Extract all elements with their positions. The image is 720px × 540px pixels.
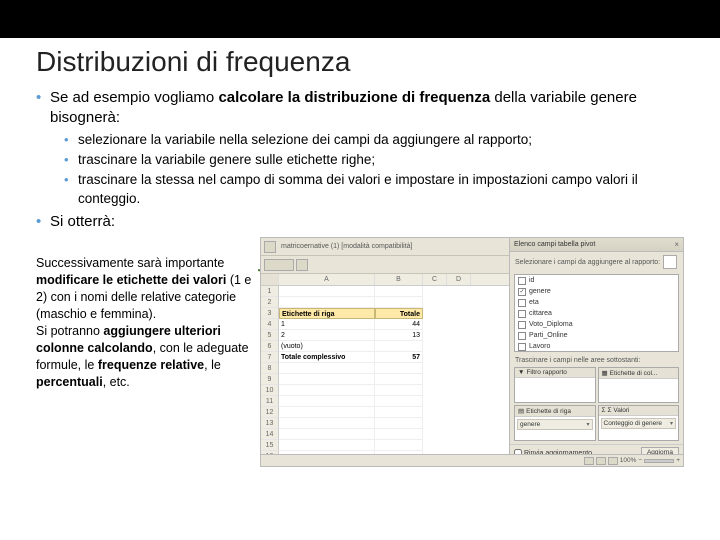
zoom-slider[interactable] <box>644 459 674 463</box>
status-bar: 100% − + <box>261 454 683 466</box>
excel-icon <box>264 241 276 253</box>
filter-icon: ▼ <box>518 369 524 376</box>
sub-bullet: trascinare la variabile genere sulle eti… <box>64 151 684 169</box>
checkbox-icon[interactable] <box>518 277 526 285</box>
cell-grid[interactable]: 1 2 3Etichette di rigaTotale 4144 5213 6… <box>261 286 509 466</box>
field-item[interactable]: Parti_Online <box>515 330 678 341</box>
checkbox-icon[interactable] <box>518 332 526 340</box>
field-item[interactable]: ✓genere <box>515 286 678 297</box>
report-filter-zone[interactable]: ▼Filtro rapporto <box>514 367 596 403</box>
field-item[interactable]: id <box>515 275 678 286</box>
slide-content: Distribuzioni di frequenza Se ad esempio… <box>0 38 720 467</box>
bullet-1: Se ad esempio vogliamo calcolare la dist… <box>36 88 684 208</box>
checkbox-icon[interactable] <box>518 343 526 351</box>
checkbox-icon[interactable] <box>518 321 526 329</box>
values-zone[interactable]: ΣΣ ValoriConteggio di genere <box>598 405 680 441</box>
field-item[interactable]: Lavoro <box>515 341 678 352</box>
zone-item[interactable]: genere <box>517 419 593 430</box>
field-item[interactable]: eta <box>515 297 678 308</box>
zoom-out-icon[interactable]: − <box>638 457 642 464</box>
field-item[interactable]: Voto_Diploma <box>515 319 678 330</box>
pane-header: Elenco campi tabella pivot × <box>510 238 683 252</box>
row-labels-zone[interactable]: ▤Etichette di rigagenere <box>514 405 596 441</box>
checkbox-icon[interactable]: ✓ <box>518 288 526 296</box>
excel-screenshot: matricoernative (1) [modalità compatibil… <box>260 237 684 467</box>
field-list[interactable]: id ✓genere eta cittarea Voto_Diploma Par… <box>514 274 679 352</box>
formula-bar <box>261 256 509 274</box>
column-labels-zone[interactable]: ▦Etichette di col... <box>598 367 680 403</box>
close-icon[interactable]: × <box>674 240 679 249</box>
sigma-icon: Σ <box>602 407 606 414</box>
zoom-level[interactable]: 100% <box>620 457 637 464</box>
column-headers: A B C D <box>261 274 509 286</box>
window-titlebar: matricoernative (1) [modalità compatibil… <box>261 238 509 256</box>
field-instruction: Selezionare i campi da aggiungere al rap… <box>510 252 683 272</box>
pivot-field-pane: Elenco campi tabella pivot × Selezionare… <box>509 238 683 466</box>
fx-icon[interactable] <box>296 259 308 271</box>
sub-bullet: selezionare la variabile nella selezione… <box>64 131 684 149</box>
spreadsheet-area: matricoernative (1) [modalità compatibil… <box>261 238 509 466</box>
zone-item[interactable]: Conteggio di genere <box>601 418 677 429</box>
checkbox-icon[interactable] <box>518 299 526 307</box>
paragraph: Successivamente sarà importante modifica… <box>36 237 256 390</box>
view-layout-icon[interactable] <box>596 457 606 465</box>
view-normal-icon[interactable] <box>584 457 594 465</box>
zoom-in-icon[interactable]: + <box>676 457 680 464</box>
drop-instruction: Trascinare i campi nelle aree sottostant… <box>510 354 683 367</box>
field-item[interactable]: cittarea <box>515 308 678 319</box>
layout-icon[interactable] <box>663 255 677 269</box>
bullet-2: Si otterrà: <box>36 212 684 232</box>
slide-title: Distribuzioni di frequenza <box>36 46 684 78</box>
view-pagebreak-icon[interactable] <box>608 457 618 465</box>
checkbox-icon[interactable] <box>518 310 526 318</box>
namebox[interactable] <box>264 259 294 271</box>
rows-icon: ▤ <box>518 407 524 415</box>
sub-bullet: trascinare la stessa nel campo di somma … <box>64 171 684 207</box>
columns-icon: ▦ <box>602 369 608 377</box>
header-bar <box>0 0 720 38</box>
